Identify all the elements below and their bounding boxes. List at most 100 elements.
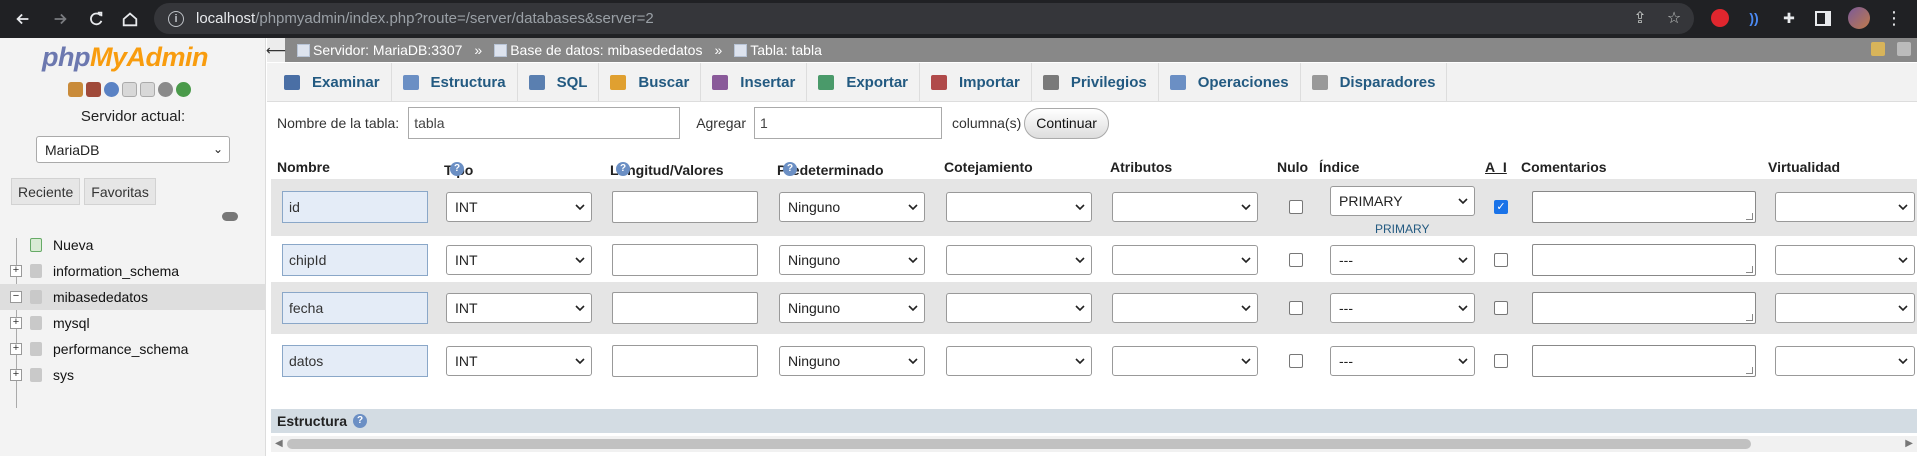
help-icon[interactable]: ? [783, 162, 797, 176]
recent-tables-button[interactable]: Reciente [11, 178, 81, 205]
collapse-nav-icon[interactable]: ⟵ [266, 38, 286, 62]
comments-textarea[interactable] [1532, 191, 1756, 223]
auto-increment-checkbox[interactable] [1494, 301, 1508, 315]
logout-icon[interactable] [86, 82, 101, 97]
tab-exportar[interactable]: Exportar [807, 63, 920, 102]
continue-button[interactable]: Continuar [1024, 107, 1109, 139]
virtuality-select[interactable] [1775, 346, 1915, 376]
tab-examinar[interactable]: Examinar [273, 63, 392, 102]
settings-gear-icon[interactable] [158, 82, 173, 97]
breadcrumb-database[interactable]: Base de datos: mibasededatos [494, 42, 702, 58]
expand-plus-icon[interactable]: + [10, 343, 22, 355]
default-select[interactable]: Ninguno [779, 293, 925, 323]
home-icon[interactable] [114, 3, 146, 35]
comments-textarea[interactable] [1532, 345, 1756, 377]
expand-plus-icon[interactable]: + [10, 317, 22, 329]
default-select[interactable]: Ninguno [779, 346, 925, 376]
tab-privilegios[interactable]: Privilegios [1032, 63, 1159, 102]
null-checkbox[interactable] [1289, 200, 1303, 214]
attributes-select[interactable] [1112, 192, 1258, 222]
comments-textarea[interactable] [1532, 292, 1756, 324]
collation-select[interactable] [946, 293, 1092, 323]
breadcrumb-server[interactable]: Servidor: MariaDB:3307 [297, 42, 462, 58]
sidepanel-icon[interactable] [1812, 7, 1834, 29]
tab-disparadores[interactable]: Disparadores [1301, 63, 1448, 102]
index-select[interactable]: --- [1330, 293, 1475, 323]
index-name-link[interactable]: PRIMARY [1375, 222, 1429, 236]
type-select[interactable]: INT [446, 245, 592, 275]
null-checkbox[interactable] [1289, 253, 1303, 267]
help-icon[interactable]: ? [616, 162, 630, 176]
table-name-input[interactable]: tabla [408, 107, 681, 139]
auto-increment-checkbox[interactable] [1494, 253, 1508, 267]
docs-icon[interactable] [122, 82, 137, 97]
refresh-icon[interactable] [176, 82, 191, 97]
scroll-left-icon[interactable]: ◀ [275, 438, 283, 449]
copy-icon[interactable] [140, 82, 155, 97]
collation-select[interactable] [946, 245, 1092, 275]
tree-item-new[interactable]: Nueva [0, 232, 266, 258]
length-values-input[interactable] [612, 191, 758, 223]
type-select[interactable]: INT [446, 346, 592, 376]
default-select[interactable]: Ninguno [779, 245, 925, 275]
profile-avatar[interactable] [1848, 7, 1870, 29]
attributes-select[interactable] [1112, 245, 1258, 275]
tab-buscar[interactable]: Buscar [599, 63, 702, 102]
column-name-input[interactable]: datos [282, 345, 428, 377]
help-icon[interactable]: ? [450, 162, 464, 176]
null-checkbox[interactable] [1289, 354, 1303, 368]
tree-item-mysql[interactable]: + mysql [0, 310, 266, 336]
collation-select[interactable] [946, 346, 1092, 376]
share-icon[interactable]: ⇪ [1630, 8, 1650, 28]
length-values-input[interactable] [612, 244, 758, 276]
favorite-tables-button[interactable]: Favoritas [84, 178, 156, 205]
breadcrumb-table[interactable]: Tabla: tabla [734, 42, 822, 58]
help-icon[interactable] [104, 82, 119, 97]
length-values-input[interactable] [612, 292, 758, 324]
lock-icon[interactable] [1871, 42, 1885, 56]
server-select[interactable]: MariaDB ⌄ [36, 136, 230, 163]
comments-textarea[interactable] [1532, 244, 1756, 276]
phpmyadmin-logo[interactable]: phpMyAdmin [42, 42, 208, 73]
index-select[interactable]: PRIMARY [1330, 186, 1475, 216]
virtuality-select[interactable] [1775, 245, 1915, 275]
collation-select[interactable] [946, 192, 1092, 222]
length-values-input[interactable] [612, 345, 758, 377]
scroll-right-icon[interactable]: ▶ [1905, 438, 1913, 449]
tree-item-sys[interactable]: + sys [0, 362, 266, 388]
column-name-input[interactable]: fecha [282, 292, 428, 324]
tree-item-information-schema[interactable]: + information_schema [0, 258, 266, 284]
help-icon[interactable]: ? [353, 414, 368, 428]
horizontal-scrollbar[interactable]: ◀ ▶ [271, 436, 1917, 452]
link-with-main-icon[interactable] [222, 212, 238, 221]
extensions-puzzle-icon[interactable]: ✚ [1778, 7, 1800, 29]
scrollbar-thumb[interactable] [287, 439, 1751, 449]
column-name-input[interactable]: chipId [282, 244, 428, 276]
tab-insertar[interactable]: Insertar [701, 63, 808, 102]
address-bar[interactable]: i localhost/phpmyadmin/index.php?route=/… [154, 3, 1694, 34]
type-select[interactable]: INT [446, 192, 592, 222]
auto-increment-checkbox[interactable] [1494, 354, 1508, 368]
add-columns-count-input[interactable]: 1 [754, 107, 942, 139]
collapse-minus-icon[interactable]: − [10, 291, 22, 303]
virtuality-select[interactable] [1775, 293, 1915, 323]
tab-estructura[interactable]: Estructura [392, 63, 518, 102]
type-select[interactable]: INT [446, 293, 592, 323]
extension-red-icon[interactable] [1709, 7, 1731, 29]
default-select[interactable]: Ninguno [779, 192, 925, 222]
tab-importar[interactable]: Importar [920, 63, 1032, 102]
forward-icon[interactable] [44, 3, 76, 35]
virtuality-select[interactable] [1775, 192, 1915, 222]
index-select[interactable]: --- [1330, 346, 1475, 376]
expand-plus-icon[interactable]: + [10, 369, 22, 381]
bookmark-star-icon[interactable]: ☆ [1664, 8, 1684, 28]
column-name-input[interactable]: id [282, 191, 428, 223]
site-info-icon[interactable]: i [168, 10, 184, 27]
attributes-select[interactable] [1112, 346, 1258, 376]
reload-icon[interactable] [80, 3, 112, 35]
extension-wave-icon[interactable]: )) [1743, 7, 1765, 29]
index-select[interactable]: --- [1330, 245, 1475, 275]
back-icon[interactable] [7, 3, 39, 35]
expand-plus-icon[interactable]: + [10, 265, 22, 277]
tree-item-performance-schema[interactable]: + performance_schema [0, 336, 266, 362]
